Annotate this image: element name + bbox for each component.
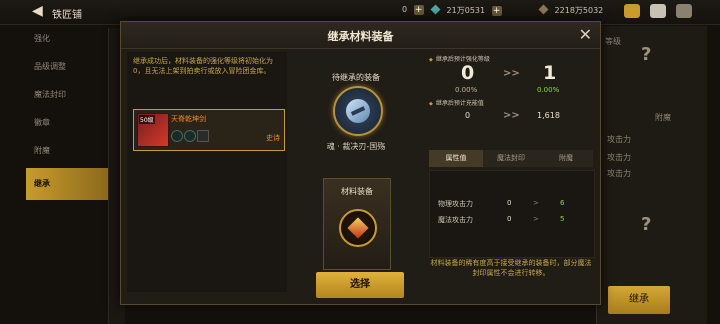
gem-icon bbox=[430, 4, 441, 15]
add-currency-2-button[interactable]: + bbox=[491, 6, 502, 16]
gold-pile-icon[interactable] bbox=[624, 4, 640, 18]
currency-1-value: 0 bbox=[402, 5, 408, 14]
detail-stat: 攻击力 bbox=[607, 169, 631, 178]
empty-slot-icon bbox=[197, 130, 209, 142]
sidebar-item-label: 强化 bbox=[34, 34, 50, 43]
stat-to: 5 bbox=[560, 215, 565, 223]
back-arrow-icon[interactable]: ◀ bbox=[32, 3, 43, 19]
sword-icon bbox=[347, 217, 369, 239]
enhance-to-pct: 0.00% bbox=[537, 86, 560, 94]
detail-tab-label: 附魔 bbox=[655, 113, 671, 122]
stat-tabs: 属性值 魔法封印 附魔 bbox=[429, 150, 593, 167]
material-equipment-slot[interactable] bbox=[339, 209, 377, 247]
stat-row: 物理攻击力 0 > 6 bbox=[430, 199, 594, 211]
mail-icon[interactable] bbox=[650, 4, 666, 18]
item-name: 天脊乾坤剑 bbox=[171, 115, 206, 123]
material-list: 继承成功后，材料装备的强化等级将初始化为0，且无法上架到拍卖行或放入冒险团金库。… bbox=[127, 52, 287, 292]
currency-2: 21万0531 + bbox=[430, 4, 502, 16]
material-item-card[interactable]: 50级 天脊乾坤剑 史诗 bbox=[133, 109, 285, 151]
enhance-from: 0 bbox=[461, 62, 475, 84]
menu-icon[interactable] bbox=[676, 4, 692, 18]
add-currency-1-button[interactable]: + bbox=[413, 5, 424, 15]
charge-from: 0 bbox=[465, 111, 471, 120]
sidebar-item-seal[interactable]: 魔法封印 bbox=[26, 84, 108, 106]
sidebar-item-enchant[interactable]: 附魔 bbox=[26, 140, 108, 162]
sidebar-item-label: 继承 bbox=[34, 179, 50, 188]
arrow-right-icon: >> bbox=[503, 110, 520, 121]
material-equipment-box: 材料装备 bbox=[323, 178, 391, 270]
stat-row: 魔法攻击力 0 > 5 bbox=[430, 215, 594, 227]
inherit-result: 继承后预计强化等级 0 0.00% >> 1 0.00% 继承后预计充能值 0 … bbox=[425, 52, 595, 292]
blade-icon bbox=[346, 99, 370, 123]
enhance-level-label: 继承后预计强化等级 bbox=[429, 54, 490, 63]
inherit-notice: 继承成功后，材料装备的强化等级将初始化为0，且无法上架到拍卖行或放入冒险团金库。 bbox=[133, 57, 273, 75]
unknown-item-icon: ? bbox=[641, 44, 652, 65]
seal-slot-icon bbox=[184, 130, 196, 142]
sidebar: 强化 品级调整 魔法封印 徽章 附魔 继承 bbox=[26, 28, 108, 206]
coin-icon bbox=[538, 4, 549, 15]
inherit-preview: 待继承的装备 魂 · 裁决刃-国殇 材料装备 bbox=[291, 52, 421, 292]
page-title: 铁匠铺 bbox=[52, 10, 82, 21]
arrow-right-icon: > bbox=[533, 215, 539, 223]
currency-1: 0 + bbox=[402, 5, 424, 15]
dialog-title: 继承材料装备 bbox=[327, 30, 394, 43]
stat-label: 魔法攻击力 bbox=[438, 216, 473, 224]
currency-3-value: 2218万5032 bbox=[554, 6, 604, 15]
target-equipment-name: 魂 · 裁决刃-国殇 bbox=[326, 142, 386, 151]
tab-attributes[interactable]: 属性值 bbox=[429, 150, 483, 167]
charge-value-label: 继承后预计充能值 bbox=[429, 98, 484, 107]
inherit-button[interactable]: 继承 bbox=[608, 286, 670, 314]
sidebar-item-emblem[interactable]: 徽章 bbox=[26, 112, 108, 134]
enhance-to: 1 bbox=[543, 62, 557, 84]
inherit-material-dialog: 继承材料装备 ✕ 继承成功后，材料装备的强化等级将初始化为0，且无法上架到拍卖行… bbox=[120, 21, 601, 305]
close-icon[interactable]: ✕ bbox=[579, 25, 592, 44]
item-level: 50级 bbox=[139, 115, 155, 124]
sword-icon: 50级 bbox=[137, 113, 169, 147]
arrow-right-icon: > bbox=[533, 199, 539, 207]
sidebar-item-enhance[interactable]: 强化 bbox=[26, 28, 108, 50]
enhance-from-pct: 0.00% bbox=[455, 86, 478, 94]
rarity-warning: 材料装备的稀有度高于接受继承的装备时，部分魔法封印属性不会进行转移。 bbox=[430, 259, 592, 277]
item-rarity: 史诗 bbox=[266, 134, 280, 142]
select-button[interactable]: 选择 bbox=[316, 272, 404, 298]
dialog-header: 继承材料装备 ✕ bbox=[121, 22, 600, 49]
detail-stat: 攻击力 bbox=[607, 135, 631, 144]
stat-to: 6 bbox=[560, 199, 565, 207]
currency-3: 2218万5032 bbox=[538, 4, 604, 16]
tab-enchant[interactable]: 附魔 bbox=[539, 150, 593, 167]
seal-slot-icon bbox=[171, 130, 183, 142]
arrow-right-icon: >> bbox=[503, 68, 520, 79]
stat-from: 0 bbox=[507, 215, 512, 223]
detail-panel: 等级 ? 附魔 攻击力 攻击力 攻击力 ? bbox=[596, 26, 707, 324]
sidebar-item-label: 魔法封印 bbox=[34, 90, 66, 99]
charge-to: 1,618 bbox=[537, 111, 560, 120]
sidebar-item-label: 徽章 bbox=[34, 118, 50, 127]
stat-label: 物理攻击力 bbox=[438, 200, 473, 208]
stat-from: 0 bbox=[507, 199, 512, 207]
unknown-item-icon: ? bbox=[641, 214, 652, 235]
sidebar-item-inherit[interactable]: 继承 bbox=[26, 168, 108, 200]
tab-magic-seal[interactable]: 魔法封印 bbox=[484, 150, 538, 167]
detail-label: 等级 bbox=[605, 37, 621, 46]
material-equipment-label: 材料装备 bbox=[341, 187, 373, 196]
currency-2-value: 21万0531 bbox=[446, 6, 486, 15]
sidebar-item-label: 品级调整 bbox=[34, 62, 66, 71]
sidebar-item-label: 附魔 bbox=[34, 146, 50, 155]
detail-stat: 攻击力 bbox=[607, 153, 631, 162]
target-equipment-slot[interactable] bbox=[333, 86, 383, 136]
sidebar-item-grade[interactable]: 品级调整 bbox=[26, 56, 108, 78]
stat-list: 物理攻击力 0 > 6 魔法攻击力 0 > 5 bbox=[429, 170, 595, 258]
target-equipment-label: 待继承的装备 bbox=[332, 73, 380, 82]
